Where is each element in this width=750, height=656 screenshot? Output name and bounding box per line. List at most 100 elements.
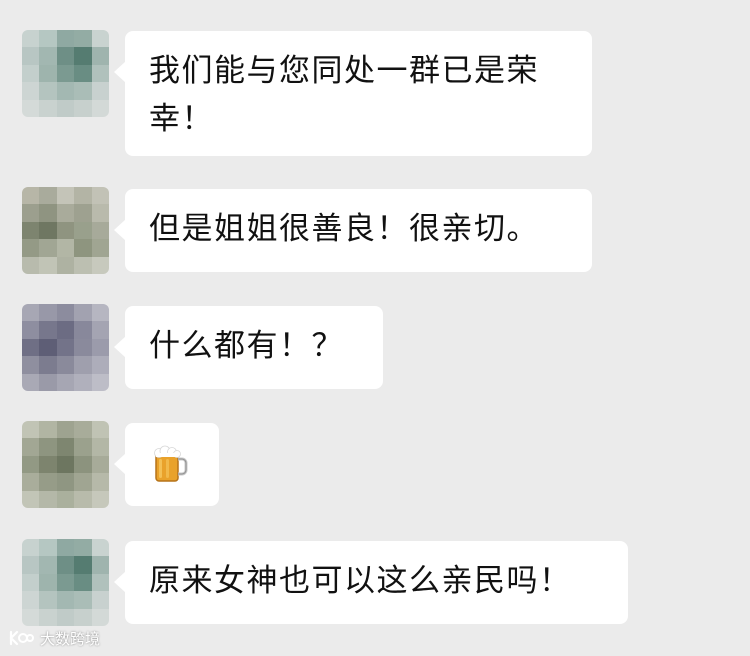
avatar-pixel	[39, 608, 57, 626]
avatar-pixel	[56, 64, 75, 83]
avatar-pixel	[56, 438, 75, 456]
avatar-pixel	[39, 256, 57, 274]
avatar-pixel	[56, 321, 75, 339]
message-text: 但是姐姐很善良！很亲切。	[149, 211, 539, 247]
avatar-pixel	[74, 356, 92, 374]
avatar-pixel	[91, 82, 109, 100]
avatar-pixel	[22, 256, 40, 274]
avatar-pixel	[22, 204, 40, 222]
avatar-pixel	[39, 321, 57, 339]
avatar-pixel	[91, 438, 109, 456]
avatar-pixel	[22, 304, 40, 322]
avatar-pixel	[56, 539, 75, 557]
avatar-pixel	[22, 455, 40, 474]
avatar-pixel	[56, 256, 75, 274]
avatar-pixel	[56, 204, 75, 222]
avatar-pixel	[22, 490, 40, 508]
avatar-pixel	[91, 321, 109, 339]
avatar-pixel	[39, 373, 57, 391]
avatar-pixel	[56, 490, 75, 508]
message-bubble[interactable]: 原来女神也可以这么亲民吗！	[114, 541, 628, 624]
avatar-pixel	[22, 438, 40, 456]
avatar-pixel	[39, 30, 57, 48]
avatar-pixel	[74, 438, 92, 456]
avatar[interactable]	[22, 187, 109, 274]
avatar-pixel	[74, 187, 92, 205]
avatar-pixel	[74, 99, 92, 117]
avatar-pixel	[74, 47, 92, 65]
avatar-pixel	[39, 304, 57, 322]
avatar-pixel	[74, 82, 92, 100]
avatar[interactable]	[22, 30, 109, 117]
message-text: 我们能与您同处一群已是荣幸！	[149, 53, 539, 137]
avatar-pixel	[74, 455, 92, 474]
avatar-pixel	[22, 556, 40, 574]
avatar-pixel	[56, 221, 75, 240]
avatar-pixel	[91, 556, 109, 574]
avatar-pixel	[91, 30, 109, 48]
avatar-pixel	[39, 591, 57, 609]
avatar-pixel	[22, 239, 40, 257]
avatar-pixel	[74, 338, 92, 357]
watermark: 大数跨境	[8, 626, 100, 650]
avatar-pixel	[56, 556, 75, 574]
avatar-pixel	[91, 373, 109, 391]
avatar-pixel	[74, 490, 92, 508]
avatar-pixel	[56, 421, 75, 439]
avatar-pixel	[74, 373, 92, 391]
avatar-pixel	[39, 239, 57, 257]
avatar-pixel	[74, 573, 92, 592]
avatar-pixel	[56, 304, 75, 322]
avatar-pixel	[91, 187, 109, 205]
message-bubble[interactable]	[114, 423, 219, 506]
avatar-pixel	[74, 539, 92, 557]
avatar-pixel	[74, 304, 92, 322]
avatar-pixel	[91, 204, 109, 222]
avatar-pixel	[56, 473, 75, 491]
avatar-pixel	[22, 373, 40, 391]
avatar-pixel	[56, 30, 75, 48]
avatar-pixel	[91, 221, 109, 240]
avatar-pixel	[39, 187, 57, 205]
avatar-pixel	[74, 421, 92, 439]
chat-messages[interactable]: 我们能与您同处一群已是荣幸！ 但是姐姐很善良！很亲切。 什么都有！？ 原来女神也…	[0, 0, 750, 656]
avatar-pixel	[56, 82, 75, 100]
message-bubble[interactable]: 什么都有！？	[114, 306, 383, 389]
avatar-pixel	[91, 304, 109, 322]
avatar[interactable]	[22, 539, 109, 626]
avatar-pixel	[22, 338, 40, 357]
message-bubble[interactable]: 我们能与您同处一群已是荣幸！	[114, 31, 592, 156]
avatar-pixel	[56, 573, 75, 592]
avatar-pixel	[56, 356, 75, 374]
avatar-pixel	[22, 321, 40, 339]
message-bubble[interactable]: 但是姐姐很善良！很亲切。	[114, 189, 592, 272]
avatar-pixel	[74, 239, 92, 257]
avatar-pixel	[22, 421, 40, 439]
avatar-pixel	[22, 356, 40, 374]
avatar-pixel	[39, 473, 57, 491]
avatar-pixel	[39, 556, 57, 574]
avatar-pixel	[39, 221, 57, 240]
avatar-pixel	[22, 573, 40, 592]
avatar-pixel	[91, 473, 109, 491]
avatar-pixel	[74, 30, 92, 48]
message-text: 原来女神也可以这么亲民吗！	[149, 563, 572, 599]
avatar-pixel	[74, 556, 92, 574]
avatar[interactable]	[22, 304, 109, 391]
avatar-pixel	[39, 64, 57, 83]
avatar-pixel	[91, 64, 109, 83]
avatar-pixel	[91, 47, 109, 65]
avatar-pixel	[91, 573, 109, 592]
avatar-pixel	[56, 99, 75, 117]
avatar-pixel	[22, 64, 40, 83]
avatar-pixel	[91, 356, 109, 374]
avatar-pixel	[39, 82, 57, 100]
avatar-pixel	[22, 99, 40, 117]
avatar-pixel	[91, 256, 109, 274]
avatar-pixel	[91, 421, 109, 439]
avatar-pixel	[56, 455, 75, 474]
avatar-pixel	[56, 591, 75, 609]
avatar-pixel	[91, 539, 109, 557]
avatar-pixel	[22, 591, 40, 609]
avatar[interactable]	[22, 421, 109, 508]
